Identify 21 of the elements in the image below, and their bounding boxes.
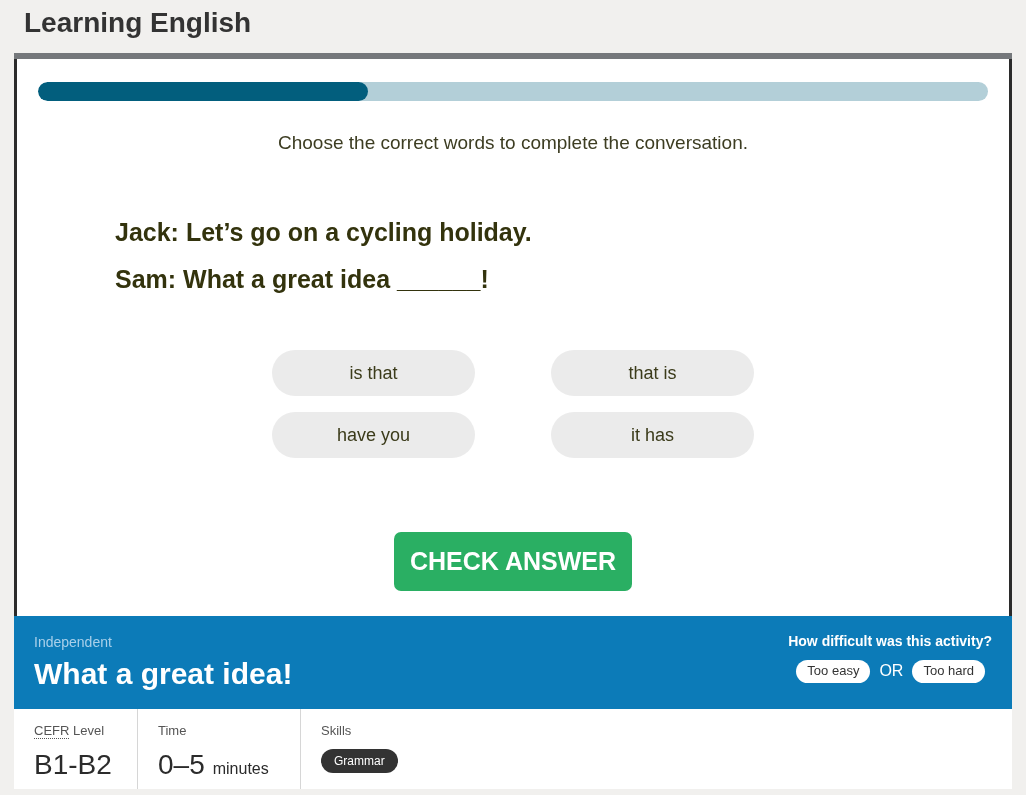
instruction-text: Choose the correct words to complete the conversation. bbox=[278, 131, 748, 155]
detail-label: CEFR Level bbox=[34, 722, 105, 740]
answer-option[interactable]: is that bbox=[272, 350, 475, 396]
level-name: Independent bbox=[34, 633, 113, 651]
detail-unit: minutes bbox=[212, 759, 269, 779]
detail-value: B1-B2 bbox=[34, 748, 112, 782]
feedback-question: How difficult was this activity? bbox=[788, 632, 992, 650]
skill-tag[interactable]: Grammar bbox=[321, 749, 398, 773]
activity-title: What a great idea! bbox=[34, 656, 293, 692]
feedback-button[interactable]: Too easy bbox=[796, 659, 871, 683]
detail-label: Skills bbox=[321, 722, 352, 740]
detail-label: Time bbox=[158, 722, 187, 740]
answer-option[interactable]: that is bbox=[551, 350, 754, 396]
answer-option[interactable]: have you bbox=[272, 412, 475, 458]
page-title: Learning English bbox=[24, 5, 252, 40]
dialogue-line: Jack: Let’s go on a cycling holiday. bbox=[115, 218, 532, 247]
answer-option[interactable]: it has bbox=[551, 412, 754, 458]
or-separator: OR bbox=[879, 661, 904, 681]
detail-value: 0–5 bbox=[158, 748, 205, 782]
dialogue-line: Sam: What a great idea ______! bbox=[115, 265, 490, 294]
feedback-button[interactable]: Too hard bbox=[912, 659, 985, 683]
